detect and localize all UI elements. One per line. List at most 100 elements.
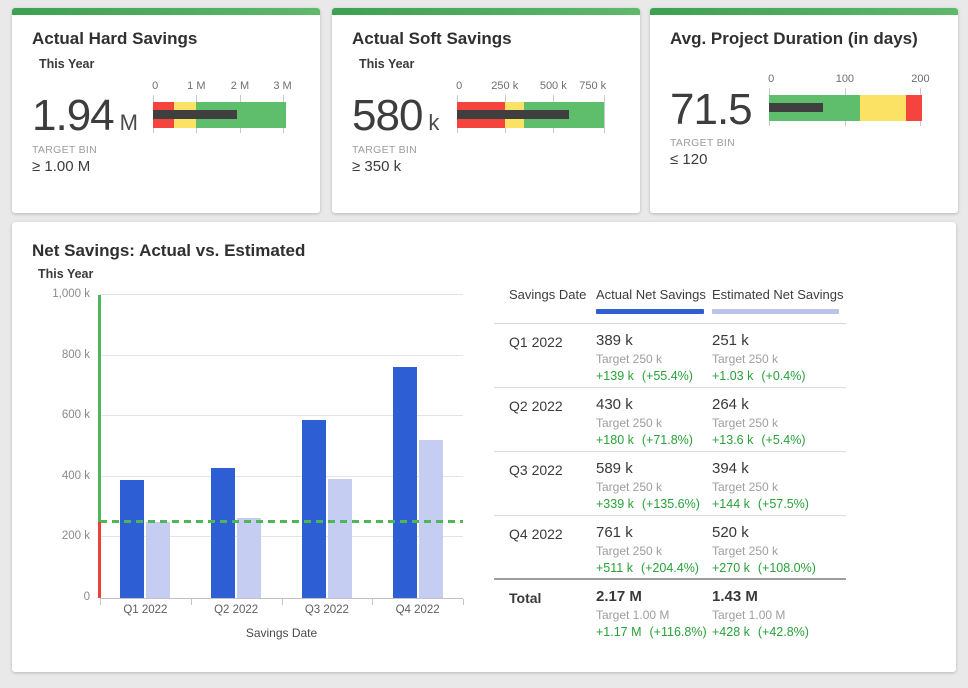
actual-cell: 2.17 M Target 1.00 M +1.17 M(+116.8%) <box>596 588 712 644</box>
actual-cell: 389 k Target 250 k +139 k(+55.4%) <box>596 332 712 387</box>
bullet-axis-label: 500 k <box>540 80 567 92</box>
estimated-cell: 251 k Target 250 k +1.03 k(+0.4%) <box>712 332 846 387</box>
x-axis-labels: Q1 2022Q2 2022Q3 2022Q4 2022 <box>100 604 463 620</box>
estimated-variance: +13.6 k(+5.4%) <box>712 433 846 448</box>
estimated-cell: 520 k Target 250 k +270 k(+108.0%) <box>712 524 846 578</box>
estimated-target: Target 1.00 M <box>712 609 846 622</box>
bullet-measure-bar <box>457 110 569 119</box>
bar-actual[interactable] <box>302 420 326 598</box>
chart-title: Net Savings: Actual vs. Estimated <box>32 241 305 261</box>
bullet-axis-label: 0 <box>456 80 462 92</box>
y-axis-tick-label: 800 k <box>12 349 90 361</box>
bullet-axis-label: 0 <box>152 80 158 92</box>
bullet-axis-label: 0 <box>768 73 774 85</box>
actual-value: 589 k <box>596 460 712 477</box>
kpi-card-avg-project-duration: Avg. Project Duration (in days) 71.5 010… <box>650 8 958 213</box>
estimated-target: Target 250 k <box>712 481 846 494</box>
bullet-measure-bar <box>769 103 823 112</box>
actual-target: Target 250 k <box>596 481 712 494</box>
actual-variance: +1.17 M(+116.8%) <box>596 625 712 640</box>
bullet-axis-label: 3 M <box>273 80 291 92</box>
bar-estimated[interactable] <box>237 518 261 598</box>
target-bin-value: ≤ 120 <box>670 151 707 168</box>
actual-target: Target 250 k <box>596 417 712 430</box>
bullet-axis-label: 750 k <box>579 80 606 92</box>
estimated-cell: 264 k Target 250 k +13.6 k(+5.4%) <box>712 396 846 451</box>
kpi-card-actual-hard-savings: Actual Hard Savings This Year 1.94M 01 M… <box>12 8 320 213</box>
bar-estimated[interactable] <box>146 522 170 598</box>
table-row-q2[interactable]: Q2 2022 430 k Target 250 k +180 k(+71.8%… <box>494 388 846 452</box>
dashboard: Actual Hard Savings This Year 1.94M 0 1 M… <box>0 0 968 688</box>
card-accent-bar <box>332 8 640 15</box>
bar-actual[interactable] <box>393 367 417 598</box>
estimated-value: 251 k <box>712 332 846 349</box>
estimated-variance: +270 k(+108.0%) <box>712 561 846 576</box>
card-accent-bar <box>12 8 320 15</box>
bullet-chart[interactable]: 01 M2 M3 M <box>153 82 286 138</box>
table-header: Savings Date Actual Net Savings Estimate… <box>494 285 846 324</box>
kpi-title: Actual Hard Savings <box>32 29 197 49</box>
card-accent-bar <box>650 8 958 15</box>
table-row-total[interactable]: Total 2.17 M Target 1.00 M +1.17 M(+116.… <box>494 580 846 644</box>
bar-actual[interactable] <box>211 468 235 598</box>
bar-chart-plot-area <box>100 295 463 599</box>
kpi-card-actual-soft-savings: Actual Soft Savings This Year 580k 0250 … <box>332 8 640 213</box>
column-header-estimated: Estimated Net Savings <box>712 287 846 314</box>
target-bin-label: TARGET BIN <box>352 144 417 156</box>
chart-subtitle: This Year <box>38 267 93 281</box>
table-row-q1[interactable]: Q1 2022 389 k Target 250 k +139 k(+55.4%… <box>494 324 846 388</box>
row-date: Total <box>509 588 596 644</box>
y-axis-tick-label: 0 <box>12 591 90 603</box>
bullet-axis-label: 2 M <box>231 80 249 92</box>
row-date: Q4 2022 <box>509 524 596 578</box>
estimated-cell: 394 k Target 250 k +144 k(+57.5%) <box>712 460 846 515</box>
bullet-chart[interactable]: 0 250 k 500 k 750 k <box>457 82 604 138</box>
x-category-label: Q1 2022 <box>123 604 167 616</box>
actual-cell: 761 k Target 250 k +511 k(+204.4%) <box>596 524 712 578</box>
actual-target: Target 250 k <box>596 353 712 366</box>
actual-value: 761 k <box>596 524 712 541</box>
row-date: Q1 2022 <box>509 332 596 387</box>
legend-actual-color-bar <box>596 309 704 314</box>
estimated-value: 264 k <box>712 396 846 413</box>
estimated-variance: +428 k(+42.8%) <box>712 625 846 640</box>
x-category-label: Q2 2022 <box>214 604 258 616</box>
bullet-axis-label: 100 <box>836 73 854 85</box>
y-axis-tick-label: 200 k <box>12 530 90 542</box>
kpi-subtitle: This Year <box>359 57 414 71</box>
bullet-range-red <box>906 95 922 121</box>
kpi-value-number: 1.94 <box>32 91 114 140</box>
net-savings-card: Net Savings: Actual vs. Estimated This Y… <box>12 222 956 672</box>
actual-cell: 589 k Target 250 k +339 k(+135.6%) <box>596 460 712 515</box>
gridline <box>100 294 463 295</box>
estimated-cell: 1.43 M Target 1.00 M +428 k(+42.8%) <box>712 588 846 644</box>
actual-value: 430 k <box>596 396 712 413</box>
y-axis-labels: 1,000 k800 k600 k400 k200 k0 <box>12 295 90 598</box>
bullet-axis-label: 1 M <box>187 80 205 92</box>
y-axis-tick-label: 400 k <box>12 470 90 482</box>
y-axis-above-target-segment <box>98 295 101 522</box>
bullet-chart[interactable]: 0100200 <box>769 75 922 131</box>
kpi-value: 71.5 <box>670 88 758 132</box>
bullet-axis-label: 250 k <box>491 80 518 92</box>
bar-actual[interactable] <box>120 480 144 598</box>
actual-variance: +139 k(+55.4%) <box>596 369 712 384</box>
column-header-estimated-label: Estimated Net Savings <box>712 287 844 302</box>
y-axis-below-target-segment <box>98 522 101 598</box>
table-row-q3[interactable]: Q3 2022 589 k Target 250 k +339 k(+135.6… <box>494 452 846 516</box>
actual-cell: 430 k Target 250 k +180 k(+71.8%) <box>596 396 712 451</box>
row-date: Q3 2022 <box>509 460 596 515</box>
legend-estimated-color-bar <box>712 309 839 314</box>
actual-target: Target 250 k <box>596 545 712 558</box>
bar-estimated[interactable] <box>328 479 352 598</box>
net-savings-table: Savings Date Actual Net Savings Estimate… <box>494 285 846 644</box>
kpi-value-number: 71.5 <box>670 85 752 134</box>
kpi-value: 580k <box>352 94 439 138</box>
bar-estimated[interactable] <box>419 440 443 598</box>
table-row-q4[interactable]: Q4 2022 761 k Target 250 k +511 k(+204.4… <box>494 516 846 580</box>
x-axis-tick <box>463 599 464 605</box>
x-category-label: Q3 2022 <box>305 604 349 616</box>
target-bin-label: TARGET BIN <box>32 144 97 156</box>
kpi-value-unit: M <box>120 110 138 135</box>
estimated-target: Target 250 k <box>712 545 846 558</box>
